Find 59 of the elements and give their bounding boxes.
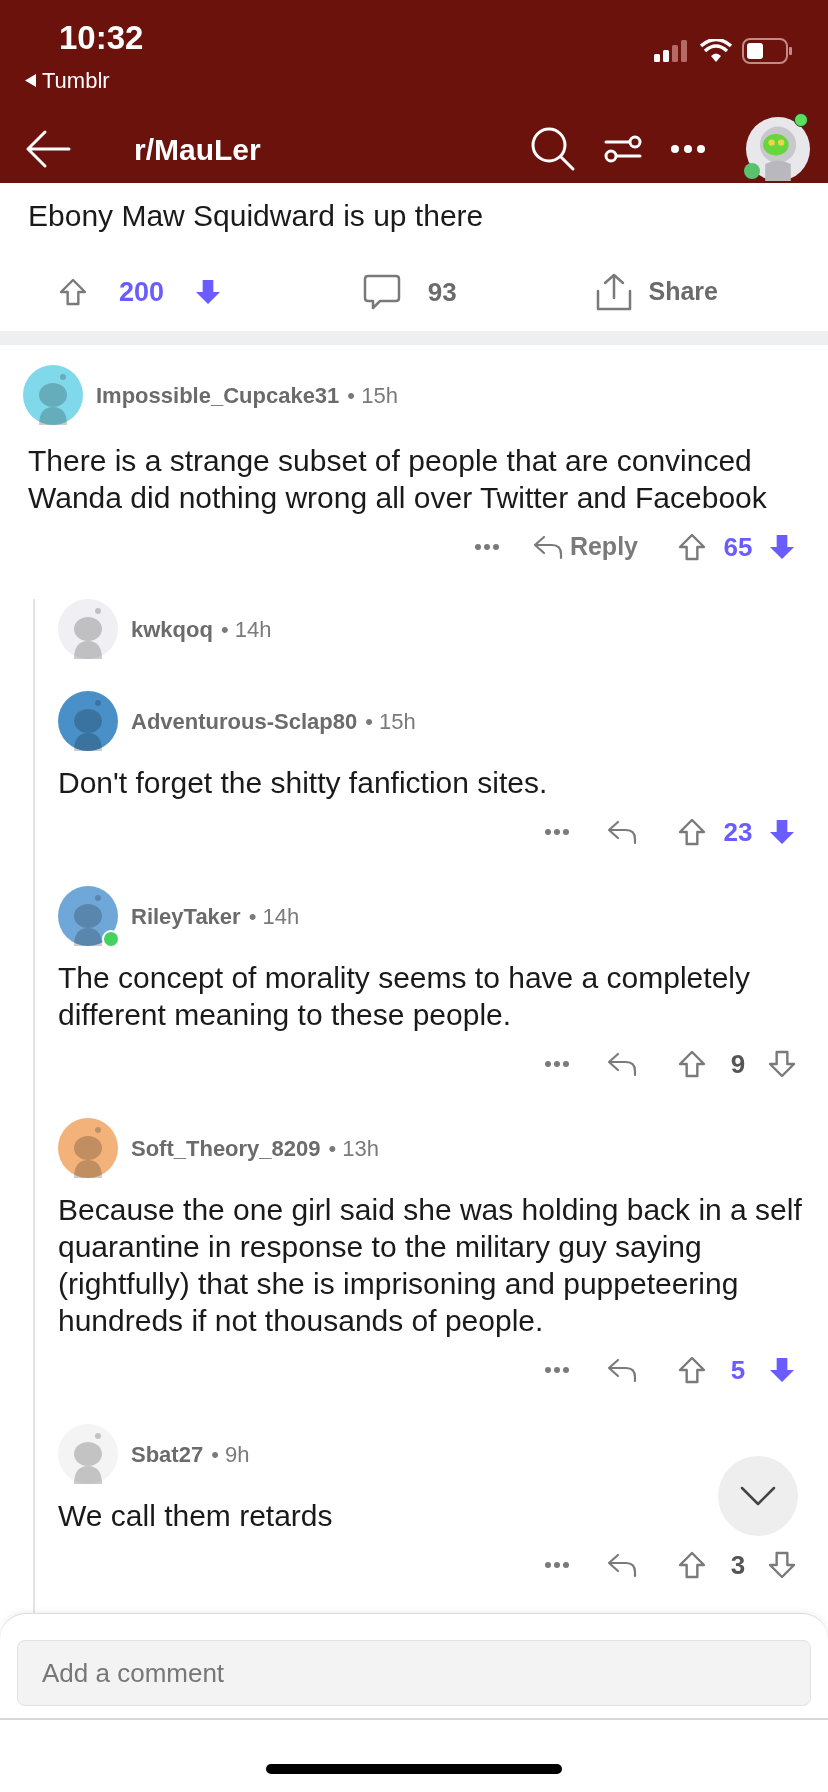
username[interactable]: Adventurous-Sclap80 [131,704,358,738]
back-app-link[interactable]: Tumblr [42,64,110,97]
wifi-icon [700,39,732,63]
more-icon[interactable] [670,144,706,154]
upvote-icon[interactable] [676,1048,708,1080]
share-button[interactable]: Share [594,272,718,312]
comment-count: 93 [427,275,457,309]
username[interactable]: kwkqoq [131,612,213,646]
chevron-down-icon [740,1486,776,1506]
user-avatar[interactable] [58,886,118,946]
downvote-icon[interactable] [766,1048,798,1080]
vote-count: 9 [729,1047,747,1081]
comment-text: There is a strange subset of people that are convinced Wanda did nothing wrong all over Twitter and Facebook [27,443,768,516]
reply-icon[interactable] [606,1551,638,1579]
comment-text: The concept of morality seems to have a completely different meaning to these people. [58,960,751,1033]
subreddit-title: r/MauLer [134,131,261,168]
downvote-icon[interactable] [766,1549,798,1581]
comment-text: Because the one girl said she was holding back in a self quarantine in response to the military guy saying (rightfully) that she is imprisoning and puppeteering hundreds if not thousands of people. [58,1192,803,1339]
reply-icon [531,533,564,561]
comment-time: • 13h [328,1134,380,1163]
comment-input[interactable]: Add a comment [17,1640,811,1706]
upvote-icon[interactable] [676,1549,708,1581]
battery-icon [742,38,792,64]
upvote-icon[interactable] [676,816,708,848]
comment-time: • 14h [220,615,272,644]
vote-count: 5 [729,1353,747,1387]
upvote-icon[interactable] [676,1354,708,1386]
vote-count: 200 [119,275,165,309]
comment-text: We call them retards [58,1498,333,1534]
comment-time: • 9h [211,1440,250,1469]
vote-count: 65 [722,530,754,564]
share-icon [594,272,633,312]
reply-icon[interactable] [606,1050,638,1078]
user-avatar[interactable] [58,691,118,751]
vote-count: 23 [722,815,754,849]
upvote-icon[interactable] [676,531,708,563]
username[interactable]: Sbat27 [131,1437,204,1471]
comment-icon[interactable] [361,272,402,312]
comment-time: • 15h [347,381,398,410]
username[interactable]: RileyTaker [131,899,241,933]
comment-time: • 14h [248,902,300,931]
comment-text: Don't forget the shitty fanfiction sites. [58,765,548,801]
username[interactable]: Impossible_Cupcake31 [96,378,340,412]
reply-button[interactable]: Reply [531,528,638,566]
status-time: 10:32 [59,18,144,58]
username[interactable]: Soft_Theory_8209 [131,1131,321,1165]
signal-icon [654,40,690,62]
profile-avatar[interactable] [746,117,810,181]
user-avatar[interactable] [58,1118,118,1178]
reply-icon[interactable] [606,818,638,846]
reply-icon[interactable] [606,1356,638,1384]
back-triangle-icon[interactable] [24,73,37,88]
upvote-icon[interactable] [57,276,89,308]
search-icon[interactable] [530,126,576,172]
comment-time: • 15h [365,707,416,736]
vote-count: 3 [729,1548,747,1582]
back-arrow-icon [25,129,71,169]
post-text: Ebony Maw Squidward is up there [27,198,485,234]
user-avatar[interactable] [23,365,83,425]
